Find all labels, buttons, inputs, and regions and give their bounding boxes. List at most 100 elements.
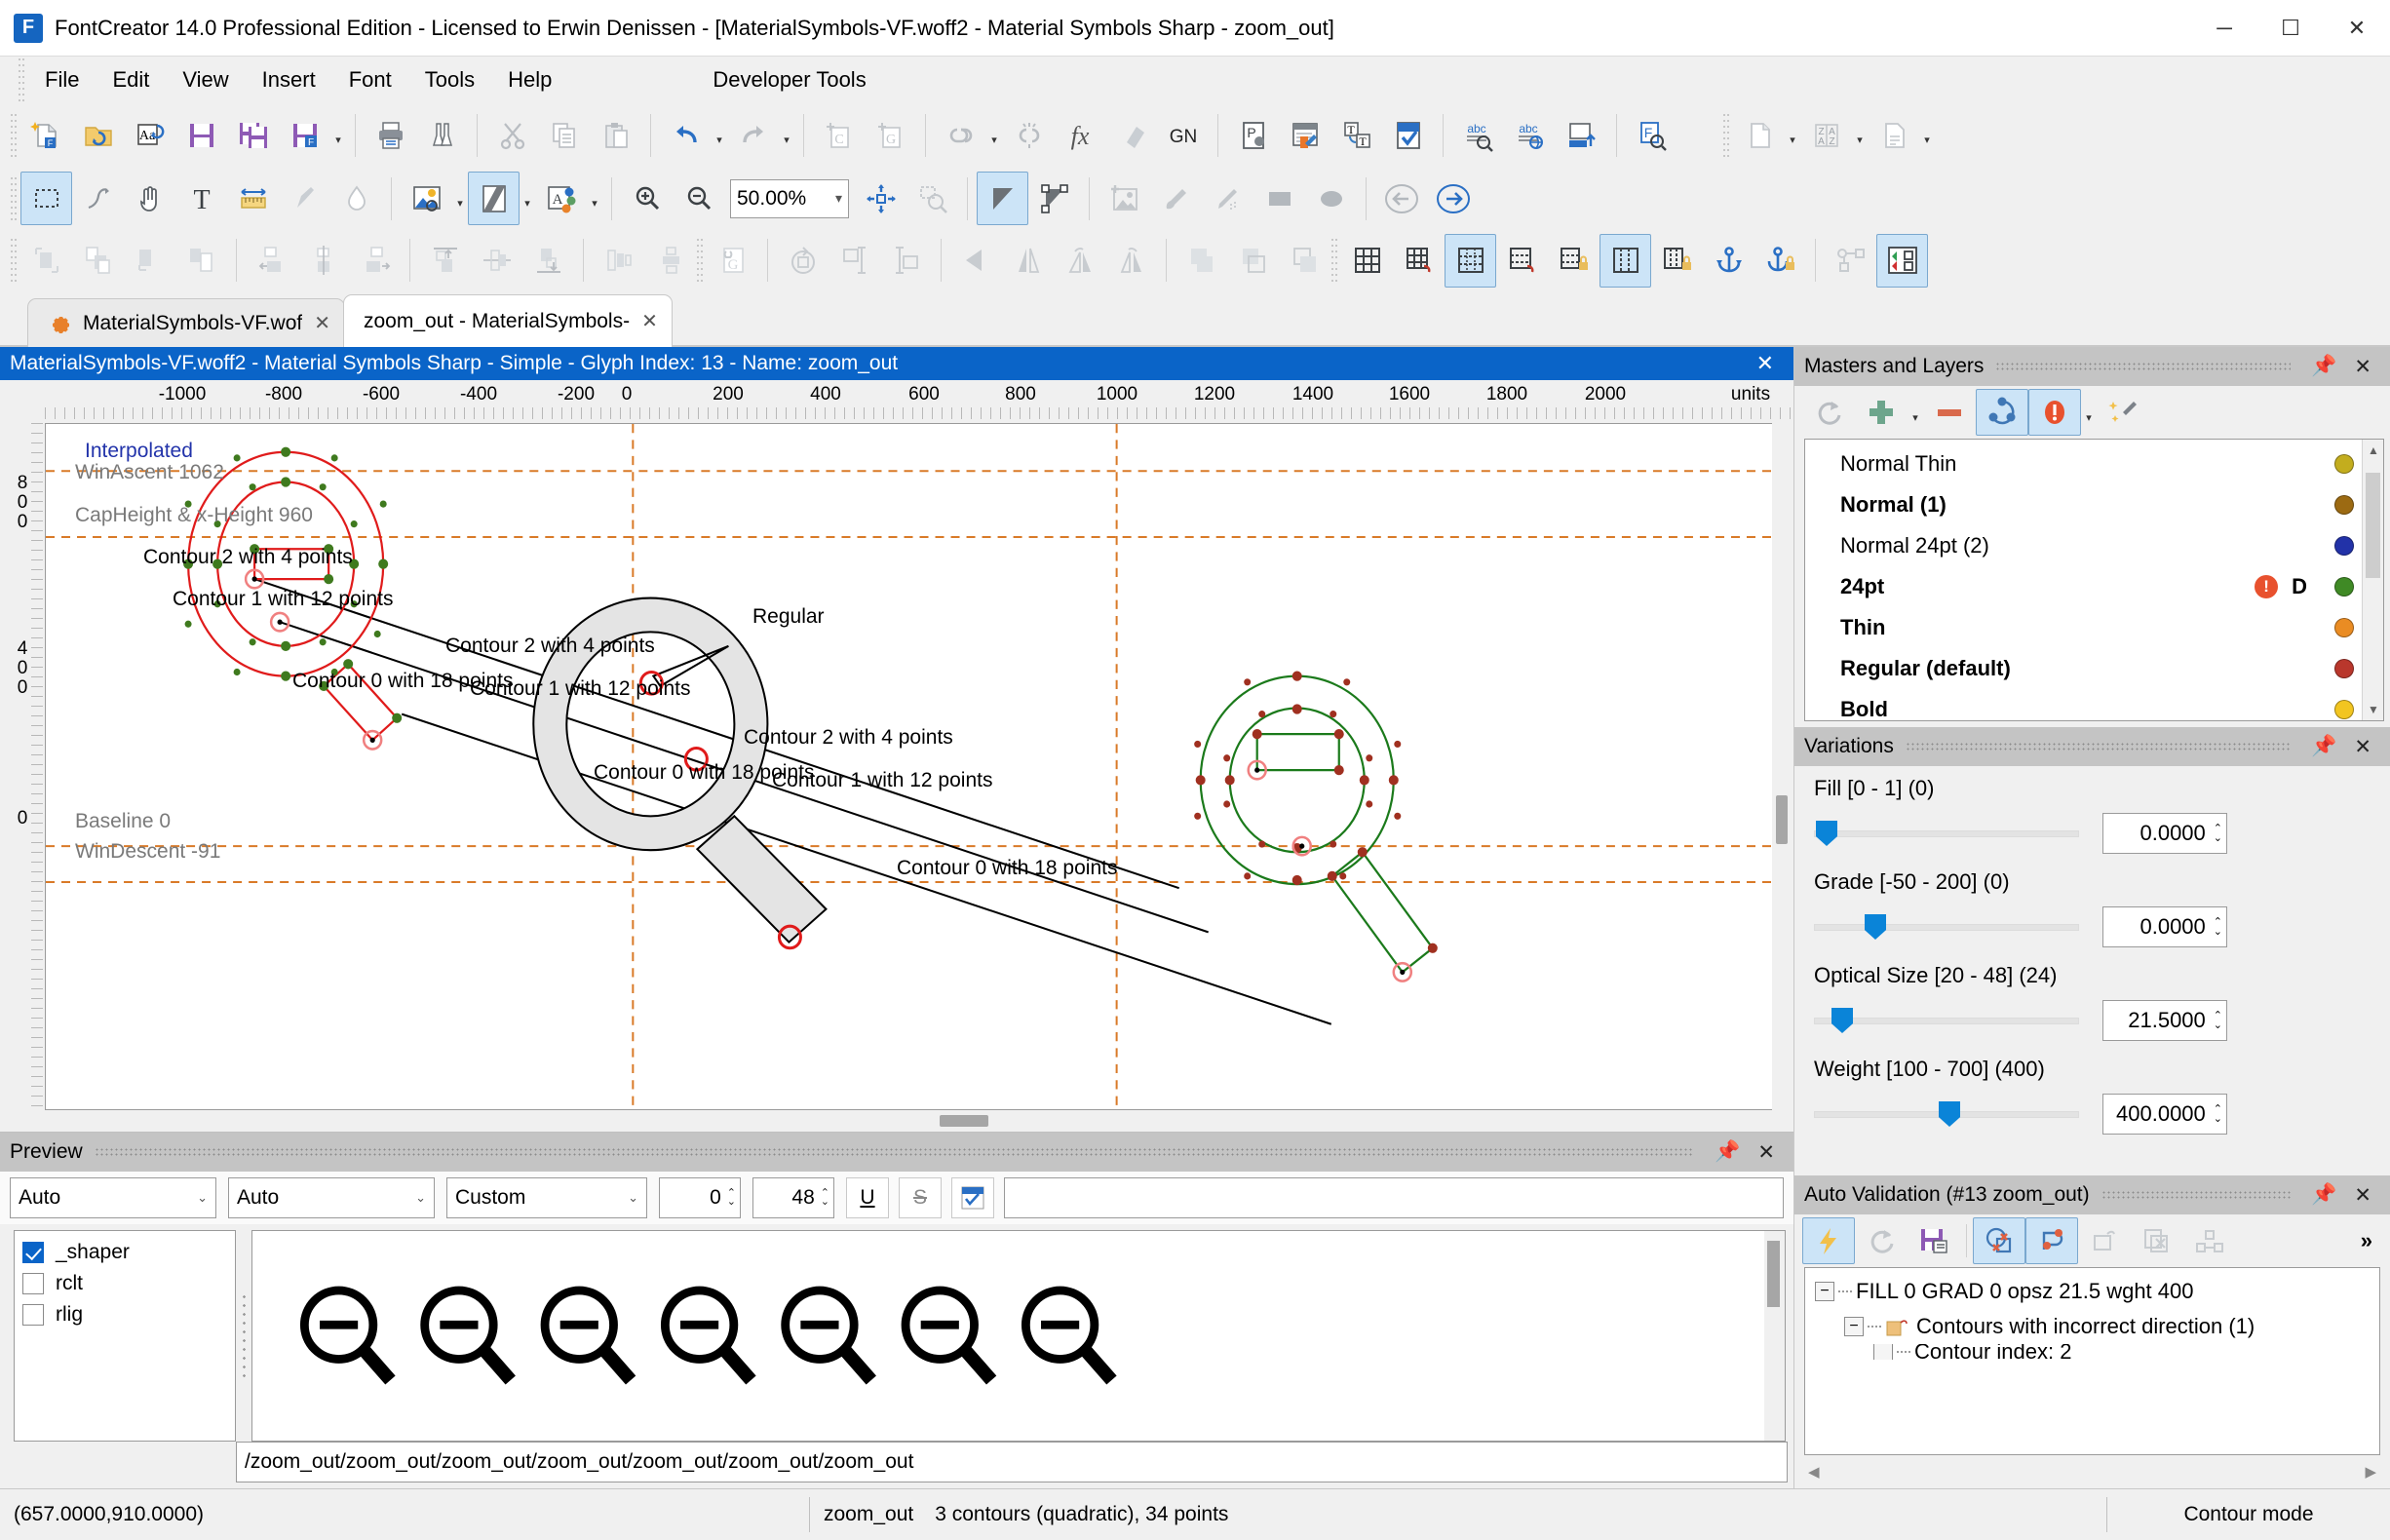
panel-drag-handle[interactable] [1905,742,2292,751]
undo-icon[interactable] [660,108,712,162]
close-icon[interactable]: ✕ [2345,1183,2380,1208]
font-properties-panel-icon[interactable]: P [1227,108,1279,162]
tab-close-icon[interactable]: ✕ [314,311,330,335]
unlink-icon[interactable] [1002,108,1054,162]
node-map-icon[interactable] [2183,1217,2236,1264]
masters-list[interactable]: Normal Thin Normal (1) Normal 24pt (2) 2… [1804,439,2384,721]
expander-icon[interactable]: − [1815,1282,1834,1301]
bring-to-front-icon[interactable] [1176,234,1227,288]
spinner-arrows-icon[interactable]: ⌃ ⌄ [2214,917,2222,938]
preview-splitter[interactable] [236,1230,251,1442]
preview-script-combo[interactable]: Auto ⌄ [10,1177,216,1218]
feature-row-shaper[interactable]: _shaper [22,1237,227,1268]
pin-icon[interactable]: 📌 [2302,355,2345,378]
warning-icon[interactable]: ! [2255,575,2279,598]
new-document-icon[interactable] [1733,108,1785,162]
select-tool-icon[interactable] [20,172,72,225]
measure-tool-icon[interactable] [227,172,279,225]
preview-feature-list[interactable]: _shaper rclt rlig [14,1230,236,1442]
menu-item-view[interactable]: View [166,61,245,98]
chevron-down-icon[interactable]: ⌄ [405,1190,426,1206]
slider-thumb[interactable] [1865,914,1886,940]
undo-fix-icon[interactable] [2078,1217,2131,1264]
image-preview-caret[interactable]: ▾ [452,172,468,225]
fix-overlaps-icon[interactable] [1973,1217,2025,1264]
filled-contour-icon[interactable] [977,172,1028,225]
master-row[interactable]: Normal 24pt (2) [1805,525,2362,566]
validation-tree[interactable]: − FILL 0 GRAD 0 opsz 21.5 wght 400 − Con… [1804,1267,2380,1455]
spinner-arrows-icon[interactable]: ⌃ ⌄ [2214,1104,2222,1125]
undo-dropdown-caret[interactable]: ▾ [712,108,727,162]
sort-icon[interactable]: ZAAZ [1800,108,1852,162]
anchor-icon[interactable] [1703,234,1754,288]
sync-masters-icon[interactable] [1976,389,2028,436]
expander-icon[interactable]: − [1844,1317,1864,1336]
scrollbar-thumb[interactable] [1776,795,1788,844]
add-master-caret[interactable]: ▾ [1908,389,1923,436]
sort-caret[interactable]: ▾ [1852,108,1868,162]
slider-thumb[interactable] [1831,1008,1853,1033]
feature-row-rlig[interactable]: rlig [22,1299,227,1330]
save-all-icon[interactable] [227,108,279,162]
glyph-name-icon[interactable]: GN [1157,108,1209,162]
zoom-in-icon[interactable] [621,172,673,225]
validation-error-icon[interactable] [2028,389,2081,436]
menu-item-tools[interactable]: Tools [408,61,491,98]
move-left-icon[interactable] [246,234,297,288]
preview-language-combo[interactable]: Auto ⌄ [228,1177,435,1218]
pin-icon[interactable]: 📌 [2302,1183,2345,1207]
text-tool-icon[interactable]: T [175,172,227,225]
snap-to-grid-icon[interactable] [829,234,880,288]
menu-item-font[interactable]: Font [332,61,408,98]
slider-thumb[interactable] [1816,821,1837,846]
flip-horizontal-icon[interactable] [950,234,1002,288]
layer-color-caret[interactable]: ▾ [587,172,602,225]
link-icon[interactable] [935,108,986,162]
preview-tracking-spinner[interactable]: 0 ⌃ ⌄ [659,1177,741,1218]
save-icon[interactable] [175,108,227,162]
test-font-icon[interactable]: abc [1452,108,1504,162]
horizontal-ruler[interactable]: -1000 -800 -600 -400 -200 0 200 400 600 … [45,380,1793,423]
save-as-icon[interactable]: F [279,108,330,162]
axis-value-field[interactable]: 0.0000 ⌃ ⌄ [2102,813,2227,854]
master-row[interactable]: Bold [1805,689,2362,720]
new-font-icon[interactable]: F [20,108,72,162]
master-row[interactable]: Normal Thin [1805,443,2362,484]
delete-fix-icon[interactable] [2131,1217,2183,1264]
zoom-out-icon[interactable] [673,172,724,225]
function-icon[interactable]: fx [1054,108,1105,162]
preview-size-spinner[interactable]: 48 ⌃ ⌄ [752,1177,834,1218]
new-document-caret[interactable]: ▾ [1785,108,1800,162]
validate-icon[interactable] [1382,108,1434,162]
horizontal-guides-icon[interactable] [1445,233,1496,288]
feature-checkbox[interactable] [22,1273,44,1294]
preview-path-field[interactable]: /zoom_out/zoom_out/zoom_out/zoom_out/zoo… [236,1442,1788,1482]
developer-tools-label[interactable]: Developer Tools [713,67,866,93]
validation-tree-node[interactable]: Contour index: 2 [1809,1344,2375,1360]
add-image-icon[interactable] [1099,172,1150,225]
axis-value-field[interactable]: 0.0000 ⌃ ⌄ [2102,906,2227,947]
transform-text-icon[interactable]: TT [1330,108,1382,162]
tab-font-overview[interactable]: MaterialSymbols-VF.wof ✕ [27,298,345,347]
image-preview-icon[interactable] [401,172,452,225]
layer-color-icon[interactable]: A [535,172,587,225]
validation-tree-node[interactable]: − FILL 0 GRAD 0 opsz 21.5 wght 400 [1809,1274,2375,1309]
panel-drag-handle[interactable] [2101,1190,2292,1200]
next-glyph-icon[interactable] [1427,172,1479,225]
feature-checkbox[interactable] [22,1242,44,1263]
remove-master-icon[interactable] [1923,389,1976,436]
preview-toggle-button[interactable] [951,1177,994,1218]
canvas-vertical-scrollbar[interactable] [1772,423,1793,1110]
scroll-up-arrow-icon[interactable]: ▲ [2363,440,2383,461]
align-bottoms-icon[interactable] [124,234,175,288]
knife-tool-icon[interactable] [72,172,124,225]
master-row[interactable]: Regular (default) [1805,648,2362,689]
axis-slider[interactable] [1814,914,2079,940]
preview-scrollbar[interactable] [1764,1230,1786,1442]
save-as-dropdown-caret[interactable]: ▾ [330,108,346,162]
spinner-arrows-icon[interactable]: ⌃ ⌄ [2214,1011,2222,1031]
find-icon[interactable] [416,108,468,162]
rectangle-icon[interactable] [1253,172,1305,225]
align-left-edges-icon[interactable] [20,234,72,288]
move-right-icon[interactable] [349,234,401,288]
